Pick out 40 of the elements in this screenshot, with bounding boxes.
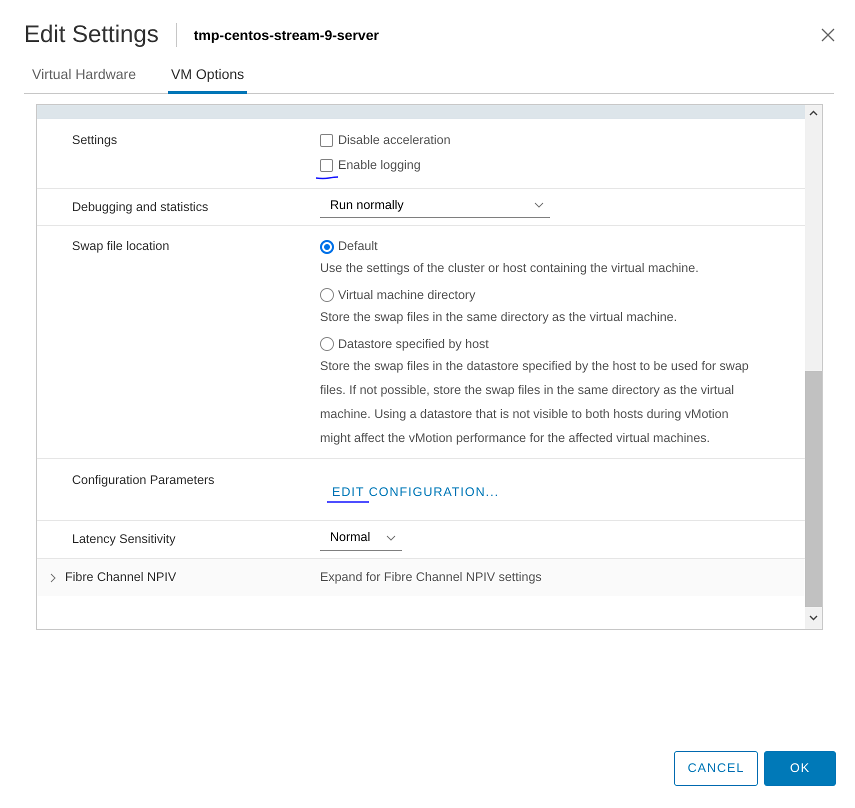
checkbox-option[interactable]: Enable logging	[320, 156, 421, 180]
option-description: Use the settings of the cluster or host containing the virtual machine.	[320, 260, 700, 277]
checkbox-option[interactable]: Disable acceleration	[320, 131, 451, 150]
setting-label: Settings	[71, 132, 118, 149]
option-description: Store the swap files in the same directory as the virtual machine.	[320, 308, 678, 326]
scroll-up-icon[interactable]	[809, 110, 818, 116]
close-icon	[821, 28, 835, 42]
option-description: Store the swap files in the datastore specified by the host to be used for swap files. If not possible, store the swap files in the same directory as the virtual machine. Using a datastore that is not visible to both hosts during vMotion might affect the vMotion performance for the affected virtual machines.	[320, 358, 750, 447]
chevron-down-icon	[534, 202, 544, 208]
dialog-title: Edit Settings	[24, 23, 159, 47]
setting-label: Configuration Parameters	[71, 472, 216, 489]
section-description: Expand for Fibre Channel NPIV settings	[320, 569, 542, 586]
vm-name: tmp-centos-stream-9-server	[194, 26, 379, 45]
checkbox[interactable]	[320, 158, 333, 172]
edit-configuration-link[interactable]: EDIT CONFIGURATION...	[332, 482, 500, 502]
cancel-button[interactable]: CANCEL	[674, 751, 758, 786]
scroll-down-icon[interactable]	[809, 615, 818, 621]
handwritten-underline	[326, 500, 370, 504]
radio-option[interactable]: Default	[320, 237, 752, 256]
radio-option[interactable]: Virtual machine directory	[320, 286, 752, 305]
close-button[interactable]	[819, 26, 837, 44]
handwritten-underline	[315, 174, 339, 180]
setting-label: Latency Sensitivity	[71, 531, 177, 548]
chevron-down-icon	[386, 534, 396, 541]
checkbox[interactable]	[320, 134, 333, 147]
radio-option[interactable]: Datastore specified by host	[320, 334, 752, 354]
scrollbar[interactable]	[805, 105, 822, 629]
setting-label: Debugging and statistics	[71, 198, 210, 216]
ok-button[interactable]: OK	[764, 751, 836, 786]
radio-button[interactable]	[320, 240, 334, 254]
radio-button[interactable]	[320, 288, 334, 302]
tab[interactable]: Virtual Hardware	[29, 64, 140, 94]
tab[interactable]: VM Options	[168, 64, 248, 94]
setting-label: Swap file location	[71, 238, 170, 256]
scrollbar-thumb[interactable]	[805, 371, 822, 607]
collapsed-section[interactable]: Fibre Channel NPIV Expand for Fibre Channel NPIV settings	[37, 559, 805, 596]
dropdown-select[interactable]: Run normally	[320, 196, 550, 218]
radio-button[interactable]	[320, 337, 334, 352]
section-title: Fibre Channel NPIV	[65, 569, 176, 586]
dropdown-select[interactable]: Normal	[320, 528, 402, 551]
